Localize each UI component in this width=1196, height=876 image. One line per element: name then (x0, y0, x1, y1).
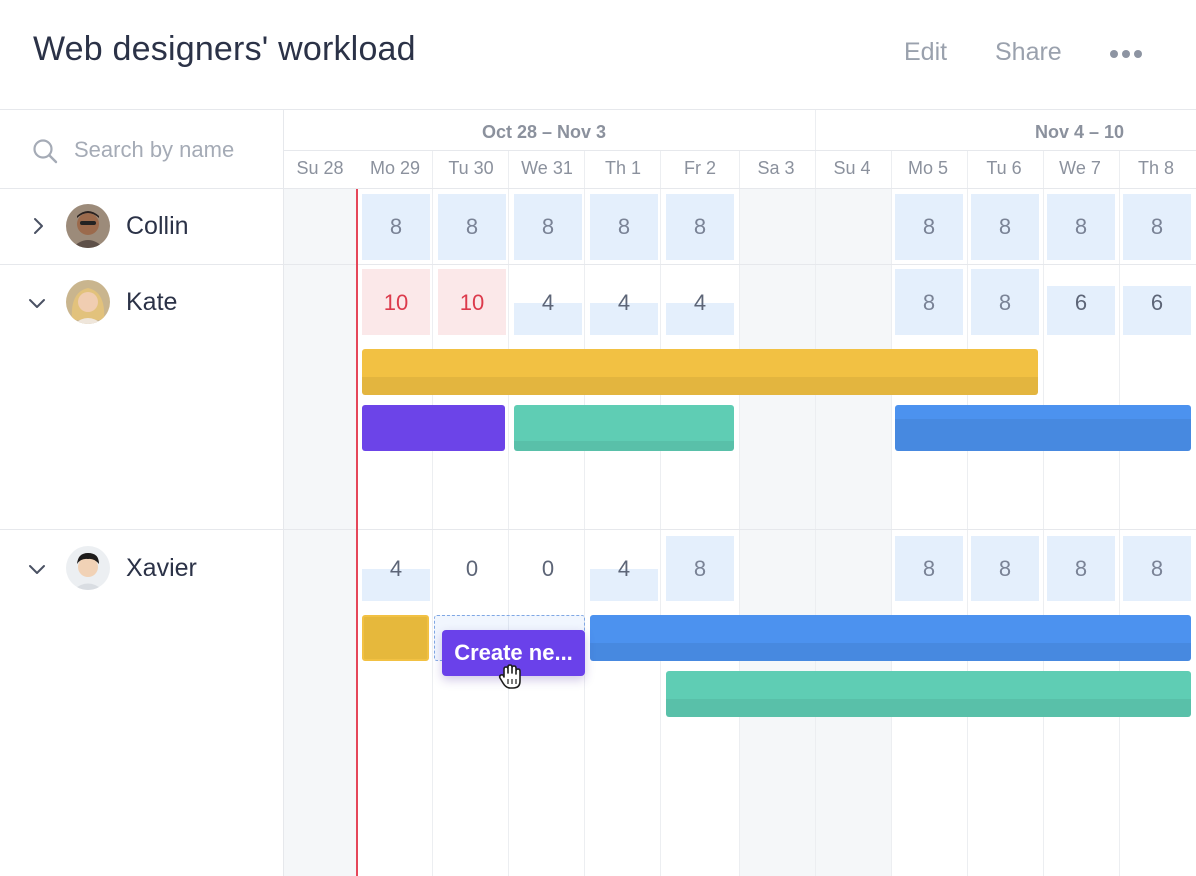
hours-value: 8 (1150, 214, 1164, 239)
hours-value: 4 (617, 290, 631, 315)
sidebar-divider (283, 110, 284, 876)
day-label: Mo 5 (907, 158, 949, 178)
hours-value: 8 (922, 556, 936, 581)
day-label: Tu 6 (986, 158, 1022, 178)
day-label: Th 1 (604, 158, 642, 178)
more-horizontal-icon[interactable] (1108, 44, 1144, 64)
day-label: Th 8 (1137, 158, 1175, 178)
column-line (1043, 150, 1044, 876)
hours-value: 4 (693, 290, 707, 315)
chevron-right-icon[interactable] (27, 215, 49, 237)
day-label: Su 28 (296, 158, 344, 178)
hours-value: 8 (693, 556, 707, 581)
day-label: We 31 (521, 158, 573, 178)
hours-value: 8 (998, 290, 1012, 315)
day-label: Su 4 (833, 158, 871, 178)
search-input[interactable] (74, 134, 274, 166)
person-name: Collin (126, 212, 189, 240)
person-row-collin[interactable]: Collin (0, 190, 282, 264)
day-label: We 7 (1059, 158, 1101, 178)
task-bar[interactable] (362, 615, 429, 661)
avatar (66, 280, 110, 324)
task-bar[interactable] (666, 671, 1191, 717)
hours-value: 0 (541, 556, 555, 581)
task-bar[interactable] (362, 405, 505, 451)
share-button[interactable]: Share (995, 38, 1062, 67)
weekend-column-sa3-su4 (740, 189, 892, 876)
task-bar[interactable] (514, 405, 734, 451)
column-line (967, 150, 968, 876)
day-label: Tu 30 (448, 158, 494, 178)
grab-cursor-icon (498, 662, 526, 692)
row-divider (0, 264, 1196, 265)
person-row-kate[interactable]: Kate (0, 266, 282, 340)
hours-value: 4 (389, 556, 403, 581)
person-name: Kate (126, 288, 178, 316)
hours-value: 8 (922, 214, 936, 239)
timeline-header-divider (0, 188, 1196, 189)
person-name: Xavier (126, 554, 197, 582)
search-icon (32, 138, 58, 164)
hours-value: 8 (998, 214, 1012, 239)
hours-value: 8 (541, 214, 555, 239)
day-label: Fr 2 (683, 158, 716, 178)
column-line (508, 150, 509, 876)
hours-value: 8 (693, 214, 707, 239)
column-line (739, 150, 740, 876)
hours-value: 8 (1074, 556, 1088, 581)
day-label: Mo 29 (369, 158, 421, 178)
task-bar[interactable] (362, 349, 1038, 395)
avatar (66, 204, 110, 248)
hours-value: 8 (1150, 556, 1164, 581)
chevron-down-icon[interactable] (26, 558, 48, 580)
hours-value: 4 (617, 556, 631, 581)
header-divider (0, 109, 1196, 110)
hours-value: 8 (389, 214, 403, 239)
hours-value: 10 (383, 290, 409, 315)
hours-value: 8 (998, 556, 1012, 581)
chevron-down-icon[interactable] (26, 292, 48, 314)
edit-button[interactable]: Edit (904, 38, 947, 67)
task-bar[interactable] (590, 615, 1191, 661)
week-day-divider (284, 150, 1196, 151)
hours-value: 0 (465, 556, 479, 581)
hours-value: 8 (465, 214, 479, 239)
week-label: Oct 28 – Nov 3 (482, 122, 607, 142)
hours-value: 8 (617, 214, 631, 239)
hours-value: 6 (1074, 290, 1088, 315)
column-line (584, 150, 585, 876)
hours-value: 8 (1074, 214, 1088, 239)
task-bar[interactable] (895, 405, 1191, 451)
column-line (660, 150, 661, 876)
column-line (1119, 150, 1120, 876)
week-divider-line (815, 110, 816, 876)
page-title: Web designers' workload (33, 30, 416, 68)
avatar (66, 546, 110, 590)
week-label: Nov 4 – 10 (1035, 122, 1125, 142)
column-line (432, 150, 433, 876)
hours-value: 6 (1150, 290, 1164, 315)
weekend-column-su28 (284, 189, 356, 876)
hours-value: 10 (459, 290, 485, 315)
column-line (891, 150, 892, 876)
hours-value: 4 (541, 290, 555, 315)
today-indicator-line (356, 189, 358, 876)
hours-value: 8 (922, 290, 936, 315)
person-row-xavier[interactable]: Xavier (0, 532, 282, 606)
row-divider (0, 529, 1196, 530)
day-label: Sa 3 (757, 158, 795, 178)
